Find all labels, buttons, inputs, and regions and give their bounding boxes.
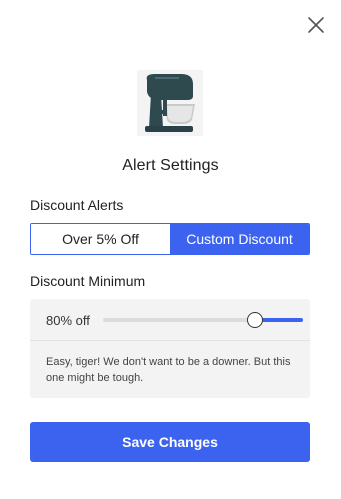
close-button[interactable] xyxy=(305,14,327,36)
discount-value-text: 80% off xyxy=(46,313,90,328)
product-image xyxy=(137,70,203,136)
discount-minimum-box: 80% off Easy, tiger! We don't want to be… xyxy=(30,299,310,398)
divider xyxy=(30,340,310,341)
discount-alerts-label: Discount Alerts xyxy=(30,197,124,213)
stand-mixer-image xyxy=(137,70,203,136)
discount-slider[interactable] xyxy=(103,312,303,328)
page-title: Alert Settings xyxy=(122,157,219,174)
save-changes-button[interactable]: Save Changes xyxy=(30,422,310,462)
discount-alerts-toggle: Over 5% Off Custom Discount xyxy=(30,223,310,255)
alert-settings-panel: Alert Settings Discount Alerts Over 5% O… xyxy=(0,0,341,499)
option-over-5-off[interactable]: Over 5% Off xyxy=(31,224,170,254)
discount-minimum-label: Discount Minimum xyxy=(30,273,146,289)
slider-thumb[interactable] xyxy=(247,312,263,328)
option-custom-discount[interactable]: Custom Discount xyxy=(170,224,309,254)
discount-warning-message: Easy, tiger! We don't want to be a downe… xyxy=(46,356,291,384)
close-icon xyxy=(308,17,324,33)
